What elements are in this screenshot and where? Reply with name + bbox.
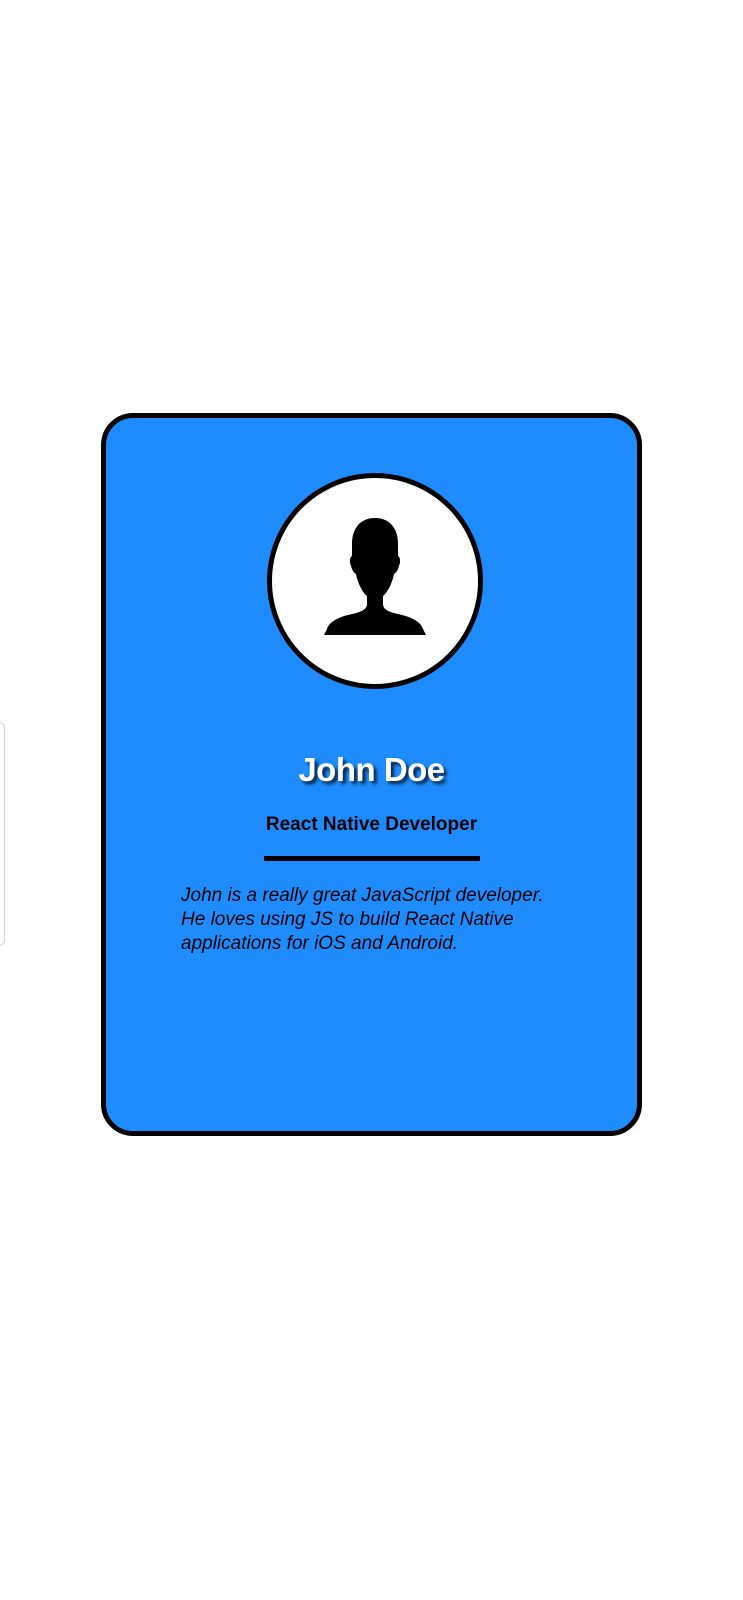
profile-bio: John is a really great JavaScript develo…	[181, 885, 544, 954]
profile-role: React Native Developer	[265, 814, 478, 835]
side-edge-handle[interactable]	[0, 722, 5, 946]
profile-card: John Doe React Native Developer John is …	[101, 413, 642, 1136]
person-silhouette-icon	[324, 518, 426, 635]
divider	[264, 856, 480, 861]
profile-name: John Doe	[298, 751, 445, 788]
avatar	[267, 473, 483, 689]
